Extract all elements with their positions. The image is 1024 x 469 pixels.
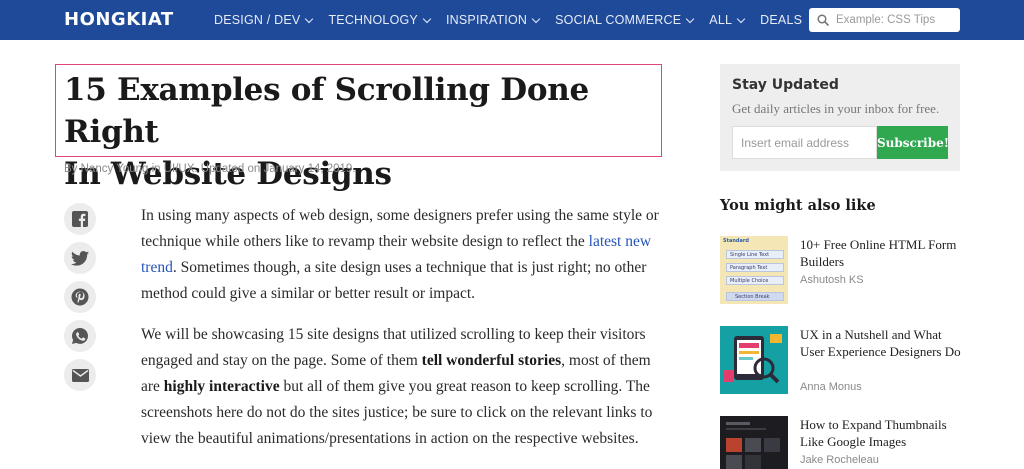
whatsapp-icon: [72, 328, 88, 344]
share-email-button[interactable]: [64, 359, 96, 391]
dark-gallery-illustration-icon: [720, 416, 788, 469]
nav-label: DEALS: [760, 13, 803, 27]
related-item[interactable]: How to Expand Thumbnails Like Google Ima…: [720, 416, 960, 469]
chevron-down-icon: [305, 14, 314, 23]
nav-label: TECHNOLOGY: [328, 13, 418, 27]
thumb-text: Standard: [723, 238, 749, 244]
article-title: 15 Examples of Scrolling Done Right In We…: [64, 69, 661, 195]
article-byline: By Nancy Young in UI/UX. Updated on Janu…: [64, 163, 356, 175]
email-icon: [71, 368, 89, 382]
article-title-highlight: 15 Examples of Scrolling Done Right In We…: [55, 64, 662, 192]
related-author: Anna Monus: [800, 381, 862, 393]
thumb-text: Single Line Text: [726, 250, 784, 259]
thumb-text: Multiple Choice: [726, 276, 784, 285]
nav-inspiration[interactable]: INSPIRATION: [445, 13, 541, 27]
share-twitter-button[interactable]: [64, 242, 96, 274]
ux-illustration-icon: [720, 326, 788, 394]
search-input[interactable]: [836, 14, 956, 26]
related-title[interactable]: 10+ Free Online HTML Form Builders: [800, 236, 965, 270]
related-heading: You might also like: [720, 197, 876, 214]
nav-all[interactable]: ALL: [709, 13, 746, 27]
related-item[interactable]: UX in a Nutshell and What User Experienc…: [720, 326, 961, 396]
related-author: Jake Rocheleau: [800, 454, 879, 466]
share-pinterest-button[interactable]: [64, 281, 96, 313]
thumb-text: Paragraph Text: [726, 263, 784, 272]
newsletter-subtitle: Get daily articles in your inbox for fre…: [732, 101, 940, 116]
chevron-down-icon: [736, 14, 746, 23]
email-field[interactable]: [732, 126, 877, 159]
related-author: Ashutosh KS: [800, 274, 864, 286]
nav-label: DESIGN / DEV: [214, 13, 301, 27]
main-nav: DESIGN / DEV TECHNOLOGY INSPIRATION SOCI…: [214, 0, 818, 40]
share-whatsapp-button[interactable]: [64, 320, 96, 352]
chevron-down-icon: [686, 14, 695, 23]
related-title[interactable]: How to Expand Thumbnails Like Google Ima…: [800, 416, 965, 450]
bold-text: highly interactive: [163, 378, 280, 395]
article-paragraph-1: In using many aspects of web design, som…: [141, 203, 666, 307]
form-builder-thumbnail: Standard Single Line Text Paragraph Text…: [720, 236, 788, 304]
article-body: In using many aspects of web design, som…: [141, 203, 666, 467]
paragraph-text: . Sometimes though, a site design uses a…: [141, 259, 647, 302]
chevron-down-icon: [531, 14, 541, 23]
facebook-icon: [72, 211, 88, 227]
nav-label: SOCIAL COMMERCE: [555, 13, 682, 27]
nav-social-commerce[interactable]: SOCIAL COMMERCE: [555, 13, 695, 27]
title-line-1: 15 Examples of Scrolling Done Right: [64, 72, 589, 150]
nav-label: INSPIRATION: [445, 13, 528, 27]
top-navigation-bar: HONGKIAT DESIGN / DEV TECHNOLOGY INSPIRA…: [0, 0, 1024, 40]
nav-deals[interactable]: DEALS: [760, 13, 802, 27]
article-paragraph-2: We will be showcasing 15 site designs th…: [141, 322, 666, 452]
bold-text: tell wonderful stories: [421, 352, 562, 369]
related-item[interactable]: Standard Single Line Text Paragraph Text…: [720, 236, 960, 306]
twitter-icon: [71, 250, 89, 266]
share-facebook-button[interactable]: [64, 203, 96, 235]
pinterest-icon: [71, 288, 89, 306]
nav-label: ALL: [709, 13, 733, 27]
newsletter-title: Stay Updated: [732, 77, 839, 93]
related-title[interactable]: UX in a Nutshell and What User Experienc…: [800, 326, 965, 360]
nav-technology[interactable]: TECHNOLOGY: [328, 13, 432, 27]
subscribe-button[interactable]: Subscribe!: [877, 126, 949, 159]
search-box[interactable]: [809, 8, 960, 32]
search-icon: [817, 14, 829, 26]
nav-design-dev[interactable]: DESIGN / DEV: [214, 13, 314, 27]
site-logo[interactable]: HONGKIAT: [64, 9, 174, 30]
chevron-down-icon: [422, 14, 432, 23]
thumbnails-thumbnail: [720, 416, 788, 469]
thumb-text: Section Break: [726, 292, 784, 301]
ux-thumbnail: [720, 326, 788, 394]
newsletter-widget: Stay Updated Get daily articles in your …: [720, 64, 960, 171]
paragraph-text: In using many aspects of web design, som…: [141, 207, 659, 250]
